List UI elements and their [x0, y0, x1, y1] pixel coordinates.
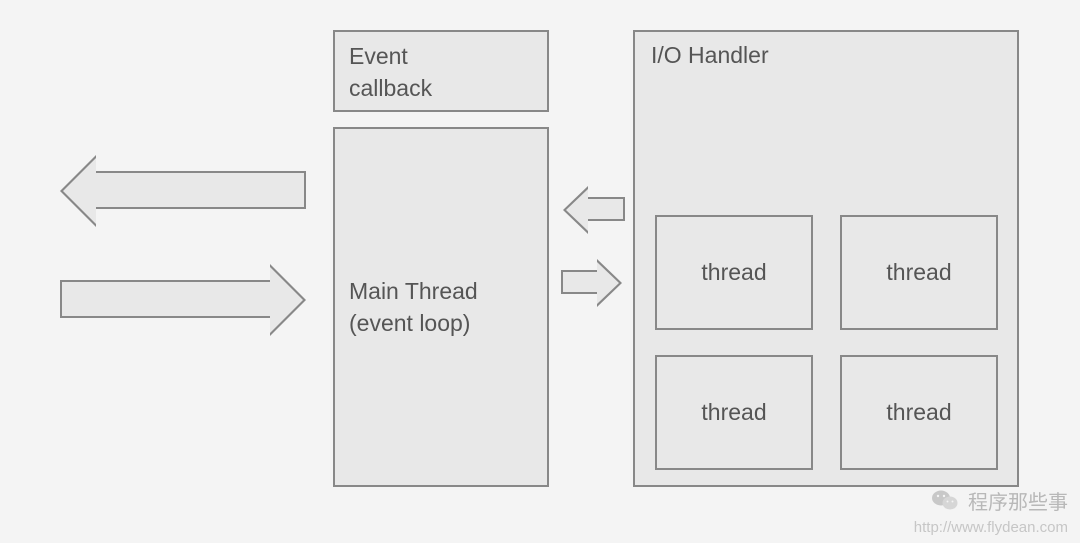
thread-box: thread — [655, 355, 813, 470]
wechat-icon — [932, 489, 958, 518]
thread-box: thread — [840, 355, 998, 470]
event-callback-line1: Event — [349, 40, 533, 72]
watermark-url: http://www.flydean.com — [914, 518, 1068, 538]
main-thread-box: Main Thread (event loop) — [333, 127, 549, 487]
output-arrow — [94, 171, 306, 209]
thread-grid: thread thread thread thread — [655, 215, 1000, 470]
arrow-head-fill — [566, 189, 588, 231]
arrow-head-fill — [597, 262, 619, 304]
io-to-main-arrow — [587, 197, 625, 221]
thread-box: thread — [655, 215, 813, 330]
input-arrow — [60, 280, 272, 318]
event-callback-line2: callback — [349, 72, 533, 104]
main-thread-line1: Main Thread — [349, 275, 478, 307]
io-handler-title: I/O Handler — [651, 42, 1001, 69]
watermark: 程序那些事 http://www.flydean.com — [914, 489, 1068, 538]
thread-box: thread — [840, 215, 998, 330]
main-to-io-arrow — [561, 270, 599, 294]
main-thread-line2: (event loop) — [349, 307, 478, 339]
arrow-head-fill — [63, 158, 96, 224]
event-callback-box: Event callback — [333, 30, 549, 112]
arrow-head-fill — [270, 267, 303, 333]
watermark-text: 程序那些事 — [968, 491, 1068, 513]
